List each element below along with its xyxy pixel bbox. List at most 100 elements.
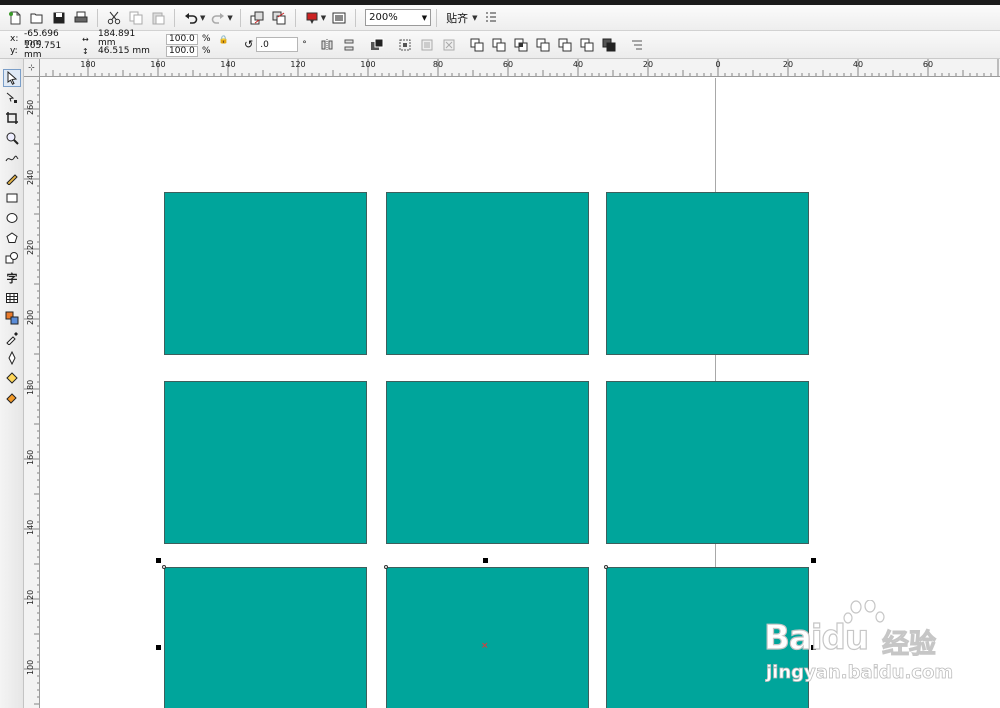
percent-label: %: [202, 46, 211, 56]
watermark-brand-cn: 经验: [882, 629, 937, 661]
smart-fill-tool-icon[interactable]: [3, 169, 21, 187]
intersect-icon[interactable]: [512, 37, 530, 53]
horizontal-ruler[interactable]: 180 160 140 120 100 80 60 40 20 0 20 40 60: [40, 59, 1000, 77]
basic-shapes-tool-icon[interactable]: [3, 249, 21, 267]
open-folder-icon[interactable]: [27, 8, 47, 28]
redo-icon[interactable]: [208, 8, 228, 28]
teal-rectangle[interactable]: [386, 381, 589, 544]
cut-icon[interactable]: [104, 8, 124, 28]
width-field[interactable]: 184.891 mm: [96, 30, 154, 48]
toolbar-separator: [174, 8, 175, 27]
toolbar-separator: [355, 8, 357, 27]
text-tool-icon[interactable]: 字: [3, 269, 21, 287]
align-distribute-icon[interactable]: [628, 37, 646, 53]
width-icon: ↔: [82, 34, 89, 44]
selection-handle-top-left[interactable]: [156, 558, 161, 563]
interactive-fill-tool-icon[interactable]: [3, 389, 21, 407]
height-icon: ↕: [82, 46, 89, 56]
scale-y-field[interactable]: 100.0: [166, 45, 198, 57]
rectangle-tool-icon[interactable]: [3, 189, 21, 207]
full-screen-preview-icon[interactable]: [329, 8, 349, 28]
ruler-label: 40: [852, 60, 864, 69]
pick-tool-icon[interactable]: [3, 69, 21, 87]
object-node[interactable]: [384, 565, 388, 569]
object-node[interactable]: [162, 565, 166, 569]
crop-tool-icon[interactable]: [3, 109, 21, 127]
ungroup-icon[interactable]: [396, 37, 414, 53]
teal-rectangle-selected[interactable]: [164, 567, 367, 708]
ruler-label: 100: [360, 60, 376, 69]
ruler-label: 80: [432, 60, 444, 69]
publish-dropdown-icon[interactable]: ▼: [321, 14, 326, 22]
boundary-icon[interactable]: [600, 37, 618, 53]
selection-handle-top-right[interactable]: [811, 558, 816, 563]
teal-rectangle[interactable]: [164, 381, 367, 544]
ruler-label: 180: [26, 379, 35, 395]
shape-tool-icon[interactable]: [3, 89, 21, 107]
ruler-label: 180: [80, 60, 96, 69]
ungroup-all-icon[interactable]: [418, 37, 436, 53]
selection-handle-middle-left[interactable]: [156, 645, 161, 650]
simplify-icon[interactable]: [534, 37, 552, 53]
ruler-label: 60: [502, 60, 514, 69]
teal-rectangle[interactable]: [386, 192, 589, 355]
group-icon[interactable]: [368, 37, 386, 53]
zoom-level-select[interactable]: 200% ▼: [365, 9, 432, 26]
polygon-tool-icon[interactable]: [3, 229, 21, 247]
new-document-icon[interactable]: [5, 8, 25, 28]
ruler-label: 160: [150, 60, 166, 69]
scale-x-field[interactable]: 100.0: [166, 33, 198, 45]
undo-dropdown-icon[interactable]: ▼: [200, 14, 205, 22]
zoom-level-value: 200%: [369, 12, 398, 23]
options-icon[interactable]: [481, 8, 501, 28]
mirror-vertical-icon[interactable]: [340, 37, 358, 53]
redo-dropdown-icon[interactable]: ▼: [227, 14, 232, 22]
toolbar-separator: [436, 8, 438, 27]
fill-tool-icon[interactable]: [3, 369, 21, 387]
rotation-angle-field[interactable]: .0: [256, 37, 299, 52]
ruler-origin-icon[interactable]: ⊹: [24, 59, 40, 77]
back-minus-front-icon[interactable]: [578, 37, 596, 53]
selection-center-marker[interactable]: ×: [481, 641, 489, 651]
ruler-label: 140: [220, 60, 236, 69]
import-icon[interactable]: [247, 8, 267, 28]
teal-rectangle[interactable]: [606, 192, 809, 355]
weld-icon[interactable]: [468, 37, 486, 53]
mirror-horizontal-icon[interactable]: [318, 37, 336, 53]
ruler-label: 60: [922, 60, 934, 69]
ruler-label: 240: [26, 169, 35, 185]
publish-pdf-icon[interactable]: [302, 8, 322, 28]
ellipse-tool-icon[interactable]: [3, 209, 21, 227]
teal-rectangle-selected[interactable]: [386, 567, 589, 708]
vertical-ruler[interactable]: 260 240 220 200 180 160 140 120 100: [24, 77, 40, 708]
eyedropper-tool-icon[interactable]: [3, 329, 21, 347]
standard-toolbar: ▼ ▼ ▼ 200% ▼ 贴齐 ▼: [0, 5, 1000, 31]
height-field[interactable]: 46.515 mm: [96, 46, 154, 57]
zoom-tool-icon[interactable]: [3, 129, 21, 147]
save-icon[interactable]: [49, 8, 69, 28]
snap-to-menu[interactable]: 贴齐: [446, 10, 468, 26]
object-node[interactable]: [604, 565, 608, 569]
print-icon[interactable]: [71, 8, 91, 28]
ruler-label: 220: [26, 239, 35, 255]
front-minus-back-icon[interactable]: [556, 37, 574, 53]
y-position-field[interactable]: 105.751 mm: [22, 42, 80, 60]
teal-rectangle[interactable]: [164, 192, 367, 355]
lock-ratio-icon[interactable]: 🔒: [219, 35, 229, 44]
export-icon[interactable]: [269, 8, 289, 28]
outline-pen-tool-icon[interactable]: [3, 349, 21, 367]
parallel-dimension-tool-icon[interactable]: [3, 309, 21, 327]
ruler-label: 100: [26, 659, 35, 675]
ruler-label: 20: [782, 60, 794, 69]
combine-icon[interactable]: [440, 37, 458, 53]
undo-icon[interactable]: [181, 8, 201, 28]
paste-icon[interactable]: [148, 8, 168, 28]
trim-icon[interactable]: [490, 37, 508, 53]
snap-dropdown-icon[interactable]: ▼: [472, 14, 477, 22]
freehand-tool-icon[interactable]: [3, 149, 21, 167]
teal-rectangle[interactable]: [606, 381, 809, 544]
copy-icon[interactable]: [126, 8, 146, 28]
selection-handle-top-middle[interactable]: [483, 558, 488, 563]
table-tool-icon[interactable]: [3, 289, 21, 307]
ruler-label: 120: [290, 60, 306, 69]
